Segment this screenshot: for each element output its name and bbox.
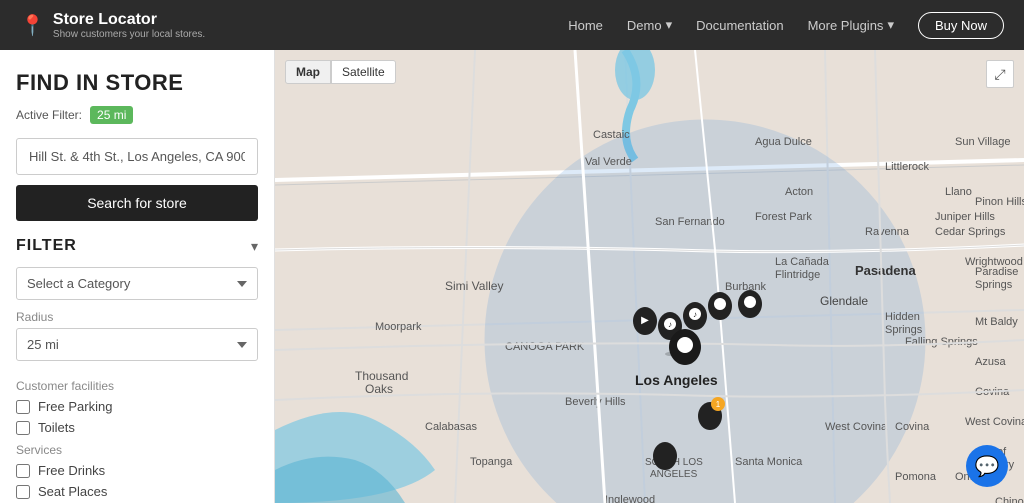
svg-text:Castaic: Castaic	[593, 129, 630, 141]
svg-text:Acton: Acton	[785, 186, 813, 198]
free-drinks-label: Free Drinks	[38, 463, 105, 478]
svg-text:Azusa: Azusa	[975, 356, 1006, 368]
svg-text:Covina: Covina	[895, 421, 930, 433]
map-container: Map Satellite ⤢	[275, 50, 1024, 503]
svg-text:Moorpark: Moorpark	[375, 321, 422, 333]
svg-text:West Covina: West Covina	[825, 421, 888, 433]
toilets-label: Toilets	[38, 420, 75, 435]
svg-text:Calabasas: Calabasas	[425, 421, 477, 433]
services-label: Services	[16, 443, 258, 457]
seat-places-label: Seat Places	[38, 484, 107, 499]
svg-text:Chino: Chino	[995, 496, 1024, 503]
radius-select[interactable]: 25 mi	[16, 328, 258, 361]
active-filter-badge: 25 mi	[90, 106, 133, 124]
seat-places-checkbox[interactable]	[16, 485, 30, 499]
toilets-row: Toilets	[16, 420, 258, 435]
svg-text:Val Verde: Val Verde	[585, 156, 632, 168]
svg-text:ANGELES: ANGELES	[650, 469, 698, 480]
filter-header: FILTER ▾	[16, 237, 258, 255]
brand-logo: 📍 Store Locator Show customers your loca…	[20, 11, 205, 40]
seat-places-row: Seat Places	[16, 484, 258, 499]
chevron-down-icon: ▾	[887, 17, 894, 33]
svg-text:Oaks: Oaks	[365, 382, 393, 396]
active-filter-row: Active Filter: 25 mi	[16, 106, 258, 124]
svg-text:Juniper Hills: Juniper Hills	[935, 211, 995, 223]
fullscreen-icon: ⤢	[994, 66, 1005, 83]
chat-icon: 💬	[975, 454, 1000, 479]
svg-text:...: ...	[945, 496, 954, 503]
free-drinks-row: Free Drinks	[16, 463, 258, 478]
search-store-button[interactable]: Search for store	[16, 185, 258, 221]
svg-text:Pasadena: Pasadena	[855, 263, 916, 278]
brand-subtitle: Show customers your local stores.	[53, 29, 205, 40]
free-parking-checkbox[interactable]	[16, 400, 30, 414]
svg-text:1: 1	[716, 400, 721, 409]
svg-text:Forest Park: Forest Park	[755, 211, 812, 223]
active-filter-label: Active Filter:	[16, 108, 82, 122]
map-view-button[interactable]: Map	[285, 60, 331, 84]
toilets-checkbox[interactable]	[16, 421, 30, 435]
svg-text:Littlerock: Littlerock	[885, 161, 930, 173]
nav-demo[interactable]: Demo ▾	[627, 17, 672, 33]
map-controls: Map Satellite	[285, 60, 396, 84]
sidebar: FIND IN STORE Active Filter: 25 mi Searc…	[0, 50, 275, 503]
svg-text:West Covina: West Covina	[965, 416, 1024, 428]
svg-text:Mt Baldy: Mt Baldy	[975, 316, 1018, 328]
svg-text:Glendale: Glendale	[820, 294, 868, 308]
nav-more-plugins[interactable]: More Plugins ▾	[808, 17, 894, 33]
buy-now-button[interactable]: Buy Now	[918, 12, 1004, 39]
svg-text:Santa Monica: Santa Monica	[735, 456, 803, 468]
svg-text:Pomona: Pomona	[895, 471, 937, 483]
svg-text:Flintridge: Flintridge	[775, 269, 820, 281]
category-select[interactable]: Select a Category	[16, 267, 258, 300]
location-icon: 📍	[20, 13, 45, 38]
free-parking-label: Free Parking	[38, 399, 112, 414]
svg-text:♪: ♪	[693, 310, 697, 319]
svg-text:Thousand: Thousand	[355, 369, 408, 383]
map-svg[interactable]: Agua Dulce Val Verde Acton Littlerock Su…	[275, 50, 1024, 503]
svg-text:Wrightwood: Wrightwood	[965, 256, 1023, 268]
svg-text:Springs: Springs	[975, 279, 1013, 291]
svg-text:Llano: Llano	[945, 186, 972, 198]
nav-documentation[interactable]: Documentation	[696, 18, 783, 33]
nav-home[interactable]: Home	[568, 18, 603, 33]
brand-title: Store Locator	[53, 11, 205, 29]
page-title: FIND IN STORE	[16, 70, 258, 96]
svg-text:La Cañada: La Cañada	[775, 256, 830, 268]
radius-label: Radius	[16, 310, 258, 324]
svg-text:Agua Dulce: Agua Dulce	[755, 136, 812, 148]
brand-text: Store Locator Show customers your local …	[53, 11, 205, 40]
address-input[interactable]	[16, 138, 258, 175]
navbar: 📍 Store Locator Show customers your loca…	[0, 0, 1024, 50]
svg-text:Hidden: Hidden	[885, 311, 920, 323]
svg-text:▶: ▶	[641, 315, 649, 326]
svg-text:Sun Village: Sun Village	[955, 136, 1010, 148]
svg-text:Cedar Springs: Cedar Springs	[935, 226, 1006, 238]
free-drinks-checkbox[interactable]	[16, 464, 30, 478]
svg-text:Simi Valley: Simi Valley	[445, 279, 503, 293]
svg-text:Ravenna: Ravenna	[865, 226, 910, 238]
filter-title: FILTER	[16, 237, 77, 255]
svg-text:Los Angeles: Los Angeles	[635, 372, 718, 388]
satellite-view-button[interactable]: Satellite	[331, 60, 396, 84]
chevron-down-icon: ▾	[666, 17, 673, 33]
nav-links: Home Demo ▾ Documentation More Plugins ▾…	[568, 12, 1004, 39]
svg-text:San Fernando: San Fernando	[655, 216, 725, 228]
svg-text:Topanga: Topanga	[470, 456, 513, 468]
facilities-label: Customer facilities	[16, 379, 258, 393]
svg-text:Pinon Hills: Pinon Hills	[975, 196, 1024, 208]
svg-text:Inglewood: Inglewood	[605, 494, 655, 503]
svg-text:Beverly Hills: Beverly Hills	[565, 396, 626, 408]
svg-text:♪: ♪	[668, 320, 672, 329]
main-container: FIND IN STORE Active Filter: 25 mi Searc…	[0, 50, 1024, 503]
filter-toggle-icon[interactable]: ▾	[251, 238, 258, 255]
fullscreen-button[interactable]: ⤢	[986, 60, 1014, 88]
chat-bubble[interactable]: 💬	[966, 445, 1008, 487]
free-parking-row: Free Parking	[16, 399, 258, 414]
svg-text:Springs: Springs	[885, 324, 923, 336]
